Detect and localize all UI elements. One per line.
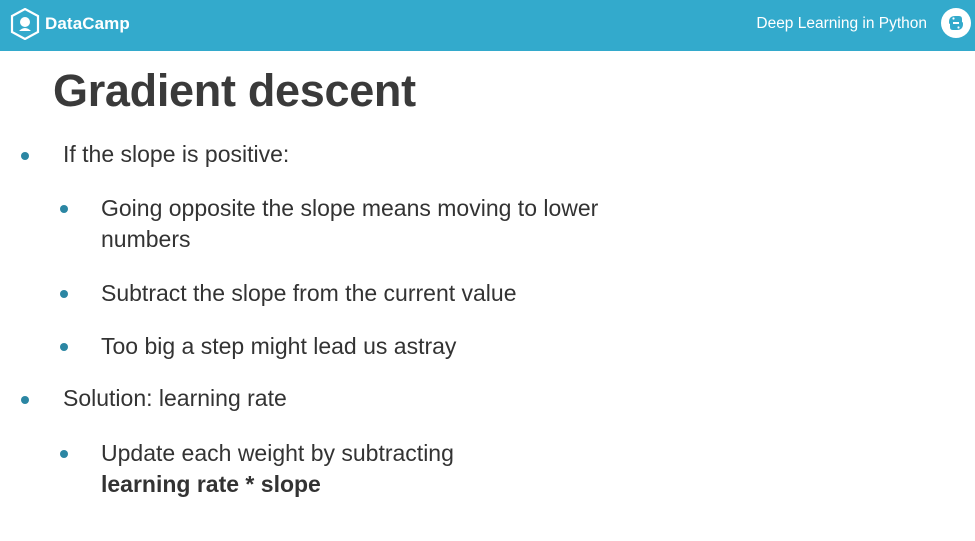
bullet-dot [60, 290, 68, 298]
bullet-learning-rate: Solution: learning rate [63, 385, 287, 411]
update-weight-text: Update each weight by subtracting [101, 440, 454, 466]
bullet-dot [60, 343, 68, 351]
bullet-dot [21, 396, 29, 404]
sub-bullet-update-weight: Update each weight by subtracting learni… [101, 438, 721, 500]
bullet-dot [60, 205, 68, 213]
header-bar: DataCamp Deep Learning in Python [0, 0, 975, 51]
bullet-dot [60, 450, 68, 458]
course-title: Deep Learning in Python [756, 15, 927, 32]
datacamp-logo-icon [10, 8, 40, 40]
python-icon [941, 8, 971, 38]
bullet-dot [21, 152, 29, 160]
sub-bullet-big-step: Too big a step might lead us astray [101, 333, 457, 359]
slide-title: Gradient descent [53, 65, 416, 116]
brand-name: DataCamp [45, 14, 130, 33]
datacamp-logo[interactable]: DataCamp [10, 6, 130, 42]
bullet-slope-positive: If the slope is positive: [63, 141, 290, 167]
sub-bullet-opposite-slope: Going opposite the slope means moving to… [101, 195, 599, 252]
sub-bullet-subtract-slope: Subtract the slope from the current valu… [101, 280, 517, 306]
learning-rate-formula: learning rate * slope [101, 471, 321, 497]
